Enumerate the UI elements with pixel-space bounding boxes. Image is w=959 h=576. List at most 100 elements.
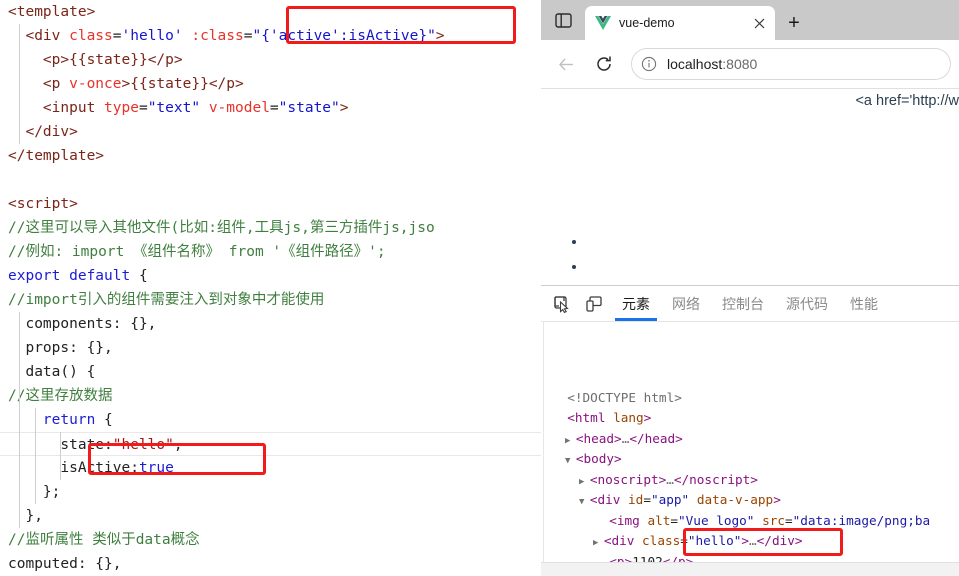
dom-token: >	[614, 430, 622, 446]
code-token: </p>	[208, 76, 244, 92]
chevron-down-icon[interactable]: ▼	[579, 497, 590, 507]
code-token: //这里存放数据	[8, 388, 113, 404]
code-token: "state"	[278, 100, 340, 116]
dom-token: >	[794, 533, 803, 548]
code-line[interactable]: components: {},	[0, 312, 541, 336]
dom-tree-view[interactable]: <!DOCTYPE html> <html lang> ▶ <head>…</he…	[541, 322, 959, 576]
close-icon[interactable]	[749, 13, 769, 33]
chevron-right-icon[interactable]: ▶	[579, 477, 590, 487]
code-editor-pane[interactable]: <template> <div class='hello' :class="{'…	[0, 0, 541, 576]
dom-token: </	[673, 471, 690, 487]
code-line[interactable]: state:"hello",	[0, 432, 541, 456]
code-token: "text"	[147, 100, 201, 116]
code-line[interactable]: </template>	[0, 144, 541, 168]
code-token: <p>	[8, 52, 70, 68]
code-token: computed: {},	[8, 556, 122, 572]
code-token: },	[8, 508, 43, 524]
device-toolbar-icon[interactable]	[579, 290, 609, 318]
new-tab-button[interactable]: +	[775, 6, 813, 40]
dom-token: class	[642, 533, 681, 548]
code-line[interactable]: };	[0, 480, 541, 504]
dom-tree-left-rule	[543, 322, 544, 576]
dom-token	[754, 513, 762, 528]
code-line[interactable]: isActive:true	[0, 456, 541, 480]
code-line[interactable]: <p v-once>{{state}}</p>	[0, 72, 541, 96]
code-line[interactable]: data() {	[0, 360, 541, 384]
code-text-area[interactable]: <template> <div class='hello' :class="{'…	[0, 0, 541, 576]
code-token: =	[138, 100, 148, 116]
back-arrow-icon[interactable]	[549, 47, 583, 81]
devtools-tab-网络[interactable]: 网络	[661, 286, 711, 321]
code-line[interactable]: },	[0, 504, 541, 528]
dom-token: noscript	[597, 471, 659, 487]
dom-tree-row[interactable]: <img alt="Vue logo" src="data:image/png;…	[545, 511, 959, 532]
code-token: {	[130, 268, 148, 284]
url-host: localhost	[667, 56, 723, 72]
address-bar[interactable]: localhost:8080	[631, 48, 951, 80]
info-circle-icon[interactable]	[641, 56, 657, 72]
code-token: >	[339, 100, 349, 116]
code-token: <template>	[8, 4, 96, 20]
code-line[interactable]: <p>{{state}}</p>	[0, 48, 541, 72]
code-token: components: {},	[8, 316, 157, 332]
dom-token: data-v-app	[696, 492, 774, 507]
devtools-tab-控制台[interactable]: 控制台	[711, 286, 775, 321]
code-token: =	[269, 100, 279, 116]
code-line[interactable]: </div>	[0, 120, 541, 144]
code-line[interactable]: props: {},	[0, 336, 541, 360]
dom-tree-row[interactable]: ▼ <body>	[545, 449, 959, 470]
code-line[interactable]: //这里可以导入其他文件(比如:组件,工具js,第三方插件js,jso	[0, 216, 541, 240]
code-token: <script>	[8, 196, 78, 212]
devtools-tab-元素[interactable]: 元素	[611, 286, 661, 321]
chevron-right-icon[interactable]: ▶	[565, 436, 576, 446]
dom-tree-row[interactable]: <!DOCTYPE html>	[545, 388, 959, 409]
dom-token: body	[583, 451, 615, 466]
code-line[interactable]: //监听属性 类似于data概念	[0, 528, 541, 552]
code-line[interactable]: <template>	[0, 0, 541, 24]
dom-token: <	[567, 410, 575, 425]
dom-token: div	[771, 533, 795, 548]
dom-tree-row[interactable]: ▶ <head>…</head>	[545, 429, 959, 450]
dom-token: img	[616, 512, 640, 528]
code-line[interactable]: <input type="text" v-model="state">	[0, 96, 541, 120]
devtools-status-band	[541, 562, 959, 576]
code-token: //import引入的组件需要注入到对象中才能使用	[8, 292, 325, 308]
code-token: v-once	[69, 76, 122, 92]
dom-tree-row[interactable]: <html lang>	[545, 408, 959, 429]
reload-icon[interactable]	[587, 47, 621, 81]
dom-token: >	[741, 533, 750, 548]
code-line[interactable]	[0, 168, 541, 192]
code-line[interactable]: <script>	[0, 192, 541, 216]
dom-token: html	[574, 410, 606, 425]
chevron-right-icon[interactable]: ▶	[593, 538, 604, 548]
dom-tree-row[interactable]: ▼ <div id="app" data-v-app>	[545, 490, 959, 511]
dom-token: >	[773, 492, 781, 507]
code-token: :class	[191, 28, 244, 44]
code-line[interactable]: <div class='hello' :class="{'active':isA…	[0, 24, 541, 48]
code-token: {{state}}	[130, 76, 209, 92]
code-line[interactable]: computed: {},	[0, 552, 541, 576]
page-viewport[interactable]: <a href='http://w	[541, 88, 959, 285]
tab-sidebar-icon[interactable]	[541, 0, 585, 40]
code-line[interactable]: return {	[0, 408, 541, 432]
dom-token: =	[670, 512, 679, 528]
code-line[interactable]: //这里存放数据	[0, 384, 541, 408]
chevron-down-icon[interactable]: ▼	[565, 456, 576, 466]
code-token: <div	[8, 28, 70, 44]
tab-title: vue-demo	[619, 16, 675, 30]
code-token: "hello"	[112, 437, 174, 453]
devtools-tab-性能[interactable]: 性能	[839, 286, 889, 321]
code-token: {	[95, 412, 113, 428]
dom-token: <	[609, 512, 617, 528]
code-token: <input	[8, 100, 105, 116]
code-line[interactable]: //例如: import 《组件名称》 from '《组件路径》';	[0, 240, 541, 264]
dom-tree-row[interactable]: ▶ <div class="hello">…</div>	[545, 531, 959, 552]
devtools-tab-源代码[interactable]: 源代码	[775, 286, 839, 321]
dom-tree-row[interactable]: ▶ <noscript>…</noscript>	[545, 470, 959, 491]
dom-token: id	[628, 492, 644, 507]
browser-tab[interactable]: vue-demo	[585, 6, 775, 40]
inspect-element-icon[interactable]	[547, 290, 577, 318]
code-line[interactable]: export default {	[0, 264, 541, 288]
dom-token	[634, 533, 642, 548]
code-line[interactable]: //import引入的组件需要注入到对象中才能使用	[0, 288, 541, 312]
